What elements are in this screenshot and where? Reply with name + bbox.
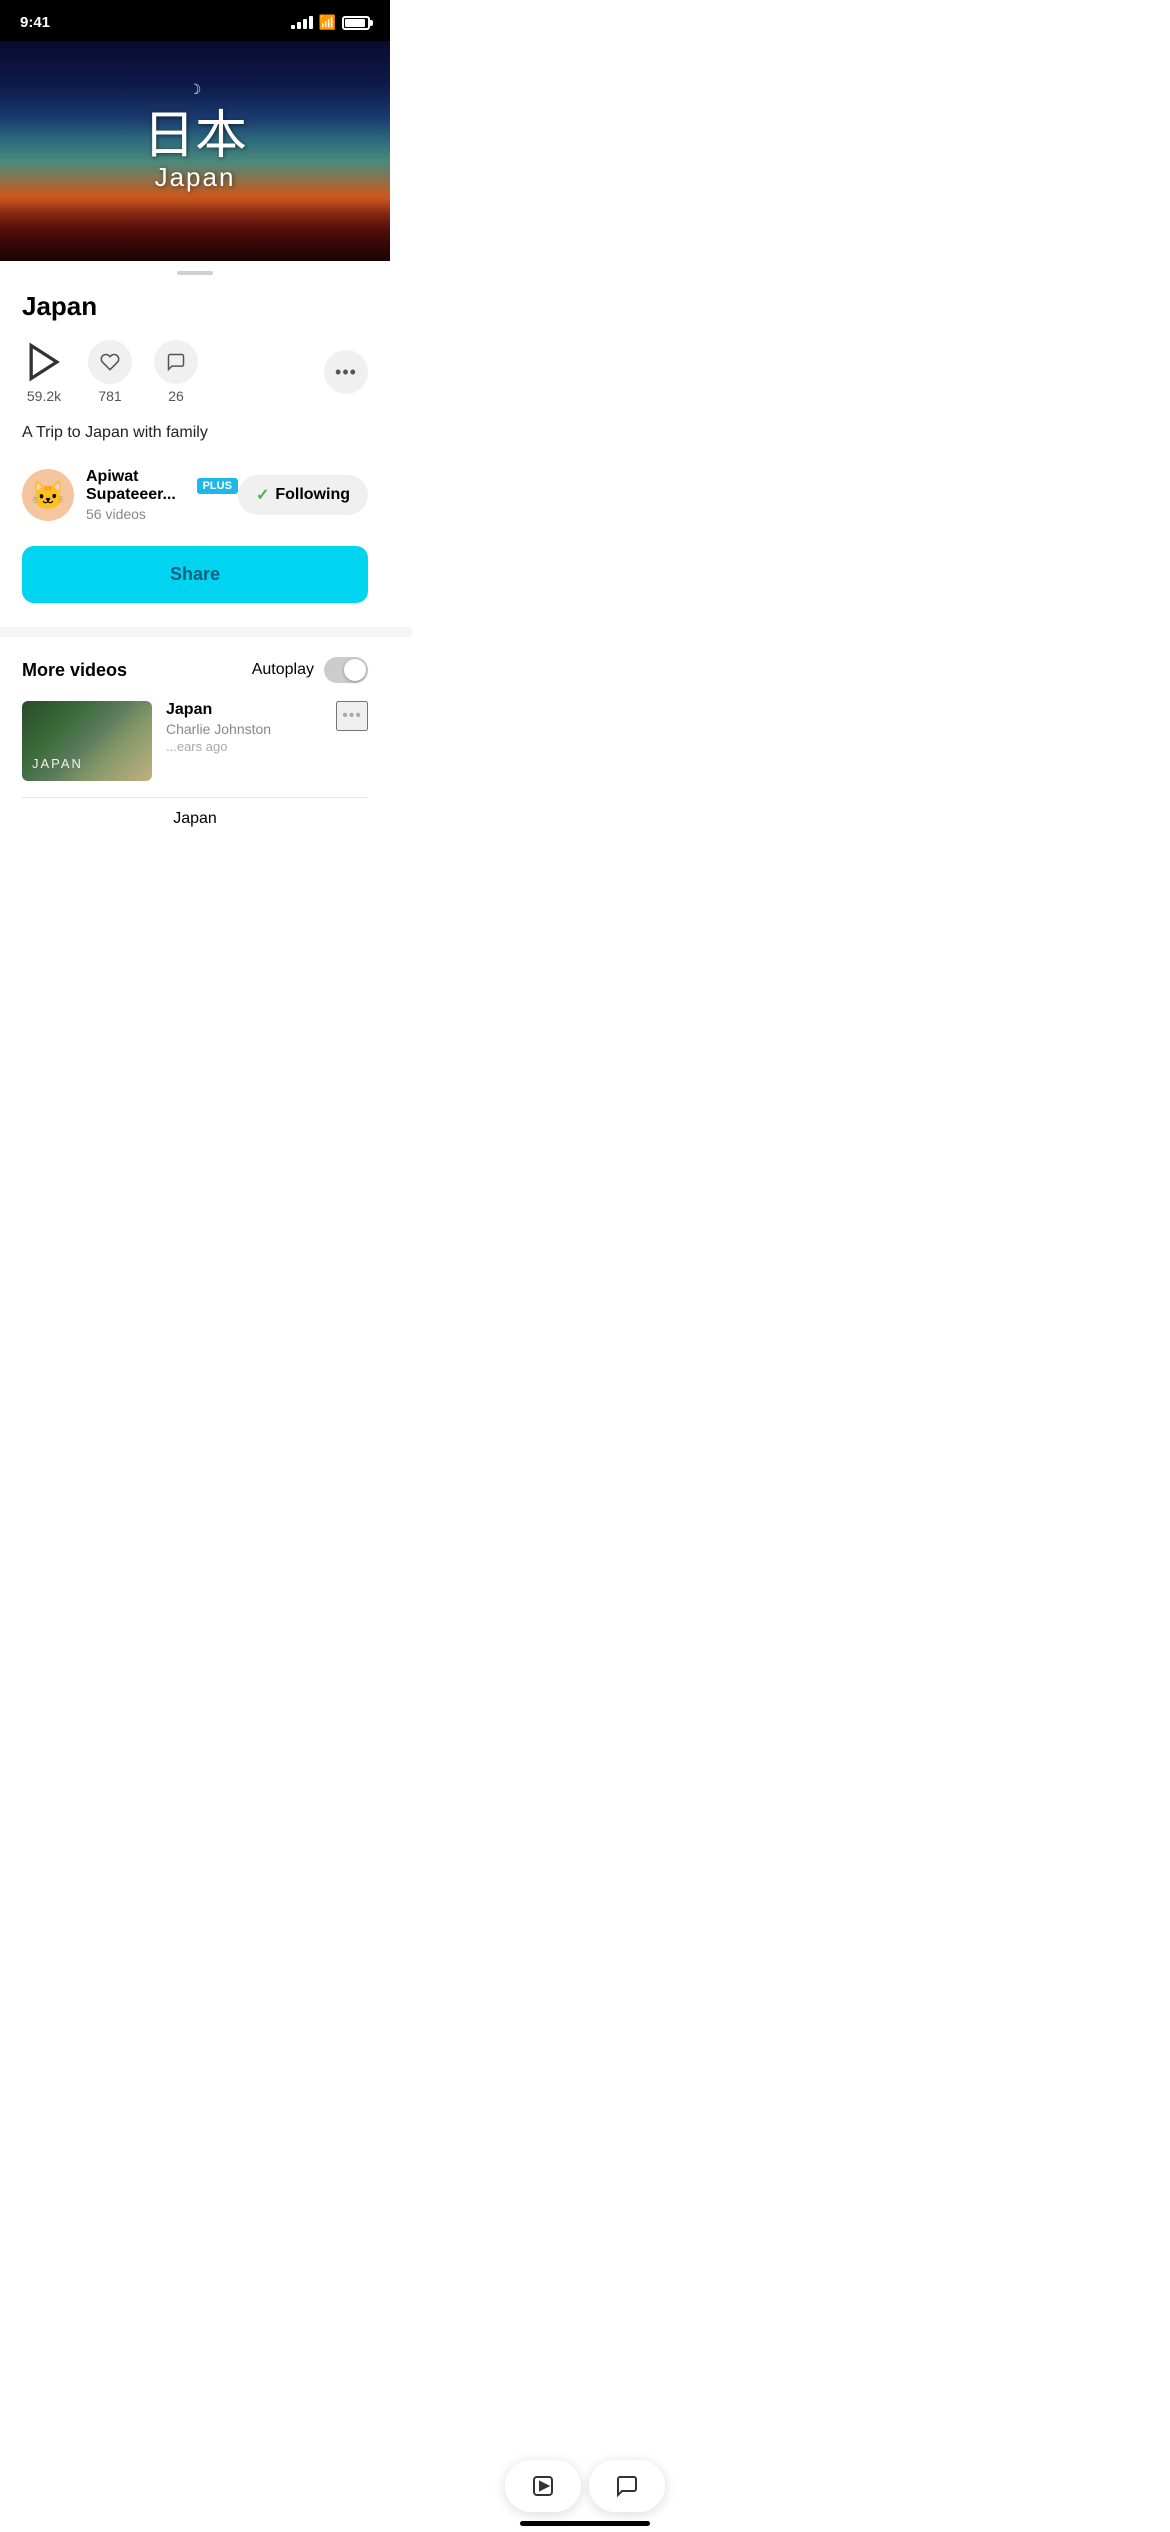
play-count: 59.2k — [27, 388, 61, 404]
channel-video-count: 56 videos — [86, 506, 238, 522]
more-videos-title: More videos — [22, 660, 127, 681]
hero-subtitle: Japan — [155, 162, 236, 193]
more-options-button[interactable]: ••• — [324, 350, 368, 394]
home-indicator — [520, 2521, 650, 2526]
bottom-toolbar — [501, 2460, 669, 2512]
toolbar-chat-icon — [615, 2474, 639, 2498]
more-videos-header: More videos Autoplay — [0, 657, 390, 683]
hero-kanji: 日本 — [143, 110, 247, 162]
stats-row: 59.2k 781 26 ••• — [22, 340, 368, 404]
channel-name: Apiwat Supateeer... — [86, 468, 189, 504]
plus-badge: PLUS — [197, 478, 238, 494]
video-item-meta: ...ears ago — [166, 739, 322, 754]
autoplay-toggle[interactable] — [324, 657, 368, 683]
signal-icon — [291, 16, 313, 29]
battery-icon — [342, 16, 370, 30]
play-button[interactable]: 59.2k — [22, 340, 66, 404]
wifi-icon: 📶 — [319, 14, 336, 31]
following-label: Following — [275, 486, 350, 504]
heart-icon — [100, 352, 120, 372]
video-item-more-button[interactable]: ••• — [336, 701, 368, 731]
video-thumbnail: JAPAN — [22, 701, 152, 781]
video-item-channel: Charlie Johnston — [166, 721, 322, 737]
play-icon — [22, 340, 66, 384]
content-area: Japan 59.2k 781 — [0, 291, 390, 627]
check-icon: ✓ — [256, 485, 269, 505]
like-count: 781 — [98, 388, 121, 404]
video-title: Japan — [22, 291, 368, 322]
like-button[interactable] — [88, 340, 132, 384]
drag-handle[interactable] — [177, 271, 213, 275]
comment-stat: 26 — [154, 340, 198, 404]
comment-button[interactable] — [154, 340, 198, 384]
channel-row: 🐱 Apiwat Supateeer... PLUS 56 videos ✓ F… — [22, 468, 368, 522]
hero-image: ☽ 日本 Japan — [0, 41, 390, 261]
autoplay-label: Autoplay — [252, 661, 314, 679]
video-description: A Trip to Japan with family — [22, 422, 368, 444]
channel-info: Apiwat Supateeer... PLUS 56 videos — [86, 468, 238, 522]
crescent-icon: ☽ — [189, 81, 202, 98]
avatar: 🐱 — [22, 469, 74, 521]
toolbar-play-icon — [531, 2474, 555, 2498]
video-item-title: Japan — [166, 701, 322, 719]
status-icons: 📶 — [291, 14, 370, 31]
toolbar-play-button[interactable] — [505, 2460, 581, 2512]
list-item: JAPAN Japan Charlie Johnston ...ears ago… — [0, 701, 390, 797]
following-button[interactable]: ✓ Following — [238, 475, 368, 515]
toolbar-comment-button[interactable] — [589, 2460, 665, 2512]
section-divider — [0, 627, 412, 637]
chat-icon — [166, 352, 186, 372]
bottom-label: Japan — [0, 798, 390, 834]
like-stat: 781 — [88, 340, 132, 404]
status-bar: 9:41 📶 — [0, 0, 390, 41]
time: 9:41 — [20, 14, 50, 31]
video-item-info: Japan Charlie Johnston ...ears ago — [166, 701, 322, 754]
comment-count: 26 — [168, 388, 184, 404]
share-button[interactable]: Share — [22, 546, 368, 603]
thumb-label: JAPAN — [32, 756, 83, 771]
